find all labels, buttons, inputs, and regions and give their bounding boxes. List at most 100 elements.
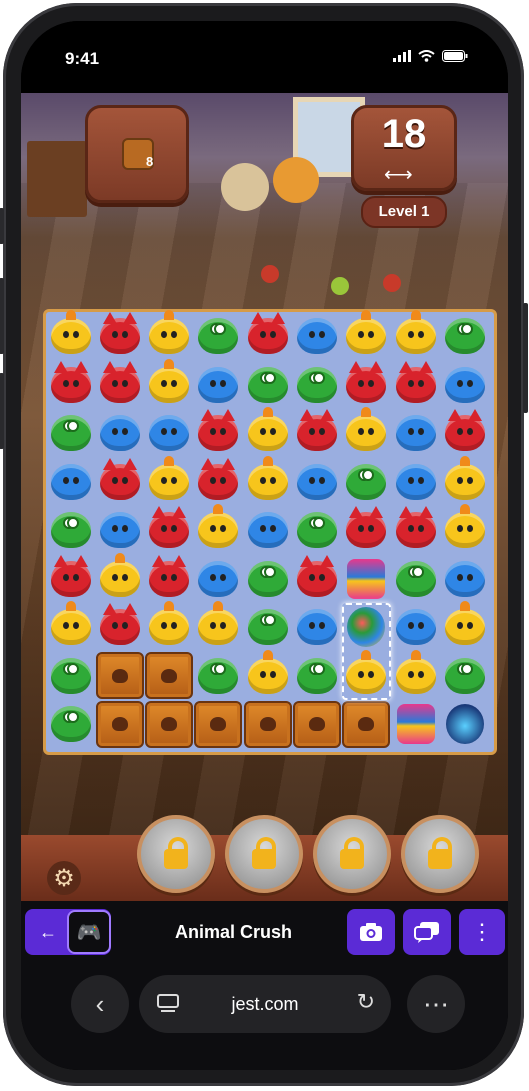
board-cell-yellow-chick[interactable] xyxy=(440,504,489,554)
board-cell-yellow-chick[interactable] xyxy=(391,310,440,360)
board-cell-blue-blob[interactable] xyxy=(194,361,243,409)
board-cell-green-frog[interactable] xyxy=(243,555,292,603)
eye xyxy=(456,622,463,629)
board-cell-yellow-chick[interactable] xyxy=(243,455,292,506)
board-cell-blue-blob[interactable] xyxy=(440,361,489,409)
eye xyxy=(269,670,276,678)
board-cell-paw-crate[interactable] xyxy=(243,700,292,748)
board-cell-green-frog[interactable] xyxy=(46,652,95,700)
board-cell-red-cat[interactable] xyxy=(293,409,342,457)
board-cell-green-frog[interactable] xyxy=(243,361,292,409)
blue-blob-icon xyxy=(99,512,140,548)
board-cell-lantern-booster[interactable] xyxy=(342,555,391,603)
board-cell-yellow-chick[interactable] xyxy=(440,601,489,651)
board-cell-red-cat[interactable] xyxy=(46,360,95,409)
board-cell-blue-blob[interactable] xyxy=(194,555,243,603)
board-cell-red-cat[interactable] xyxy=(95,603,144,651)
board-cell-blue-blob[interactable] xyxy=(293,458,342,506)
board-cell-blue-blob[interactable] xyxy=(293,312,342,360)
board-cell-red-cat[interactable] xyxy=(342,506,391,554)
reload-icon[interactable]: ↻ xyxy=(357,989,375,1015)
board-cell-yellow-chick[interactable] xyxy=(243,407,292,457)
back-button[interactable]: ← 🎮 xyxy=(25,909,111,955)
gear-icon[interactable]: ⚙ xyxy=(47,861,81,895)
board-cell-yellow-chick[interactable] xyxy=(391,649,440,700)
board-cell-green-frog[interactable] xyxy=(46,700,95,748)
chevron-left-icon[interactable]: ‹ xyxy=(71,975,129,1033)
board-cell-yellow-chick[interactable] xyxy=(145,601,194,651)
board-cell-blue-blob[interactable] xyxy=(391,409,440,457)
board-cell-paw-crate[interactable] xyxy=(293,700,342,748)
board-cell-yellow-chick[interactable] xyxy=(145,310,194,360)
board-cell-blue-blob[interactable] xyxy=(243,506,292,554)
board-cell-blue-blob[interactable] xyxy=(293,603,342,651)
board-cell-red-cat[interactable] xyxy=(391,360,440,409)
board-cell-green-frog[interactable] xyxy=(391,555,440,603)
board-cell-red-cat[interactable] xyxy=(391,506,440,554)
board-cell-red-cat[interactable] xyxy=(95,457,144,506)
eye xyxy=(161,622,168,629)
board-cell-yellow-chick[interactable] xyxy=(194,601,243,651)
board-cell-red-cat[interactable] xyxy=(194,457,243,506)
board-cell-red-cat[interactable] xyxy=(342,360,391,409)
board-cell-red-cat[interactable] xyxy=(243,312,292,360)
board-cell-yellow-chick[interactable] xyxy=(342,310,391,360)
chat-button[interactable] xyxy=(403,909,451,955)
board-cell-red-cat[interactable] xyxy=(46,554,95,603)
board-cell-red-cat[interactable] xyxy=(293,554,342,603)
board-cell-blue-blob[interactable] xyxy=(145,409,194,457)
board-cell-yellow-chick[interactable] xyxy=(46,310,95,360)
board-cell-green-frog[interactable] xyxy=(243,603,292,651)
game-board[interactable] xyxy=(43,309,497,755)
board-cell-green-frog[interactable] xyxy=(194,312,243,360)
board-cell-paw-crate[interactable] xyxy=(145,652,194,700)
board-cell-blue-blob[interactable] xyxy=(391,603,440,651)
booster-slot-locked[interactable] xyxy=(137,815,215,893)
board-cell-green-frog[interactable] xyxy=(440,652,489,700)
board-cell-yellow-chick[interactable] xyxy=(95,552,144,603)
board-cell-yellow-chick[interactable] xyxy=(440,455,489,506)
board-cell-red-cat[interactable] xyxy=(145,554,194,603)
more-vertical-icon[interactable]: ⋮ xyxy=(459,909,505,955)
blue-blob-icon xyxy=(50,463,91,500)
board-cell-paw-crate[interactable] xyxy=(95,700,144,748)
board-cell-yellow-chick[interactable] xyxy=(342,407,391,457)
board-cell-yellow-chick[interactable] xyxy=(145,358,194,409)
board-cell-paw-crate[interactable] xyxy=(194,700,243,748)
board-cell-yellow-chick[interactable] xyxy=(46,601,95,651)
board-cell-green-frog[interactable] xyxy=(293,506,342,554)
board-cell-green-frog[interactable] xyxy=(440,312,489,360)
booster-slot-locked[interactable] xyxy=(225,815,303,893)
screenshot-button[interactable] xyxy=(347,909,395,955)
board-cell-green-frog[interactable] xyxy=(46,409,95,457)
booster-slot-locked[interactable] xyxy=(313,815,391,893)
board-cell-green-frog[interactable] xyxy=(46,506,95,554)
board-cell-green-frog[interactable] xyxy=(342,458,391,506)
board-cell-paw-crate[interactable] xyxy=(145,700,194,748)
board-cell-green-frog[interactable] xyxy=(194,652,243,700)
board-cell-red-cat[interactable] xyxy=(95,360,144,409)
board-cell-yellow-chick[interactable] xyxy=(145,455,194,506)
board-cell-blue-blob[interactable] xyxy=(391,458,440,506)
more-horizontal-icon[interactable]: ⋯ xyxy=(407,975,465,1033)
board-cell-paw-crate[interactable] xyxy=(342,700,391,748)
board-cell-red-cat[interactable] xyxy=(95,312,144,360)
board-cell-yellow-chick[interactable] xyxy=(243,649,292,700)
board-cell-red-cat[interactable] xyxy=(194,409,243,457)
board-cell-blue-blob[interactable] xyxy=(95,506,144,554)
board-cell-paw-crate[interactable] xyxy=(95,652,144,700)
board-cell-red-cat[interactable] xyxy=(145,506,194,554)
booster-slot-locked[interactable] xyxy=(401,815,479,893)
board-cell-yellow-chick[interactable] xyxy=(194,504,243,554)
address-bar[interactable]: jest.com ↻ xyxy=(139,975,391,1033)
game-canvas[interactable]: 8 18 ⟷ Level 1 ⚙ xyxy=(21,93,508,901)
green-frog-icon xyxy=(247,560,288,597)
board-cell-green-frog[interactable] xyxy=(293,361,342,409)
board-cell-bomb-booster[interactable] xyxy=(440,700,489,748)
board-cell-lantern-booster[interactable] xyxy=(391,700,440,748)
board-cell-red-cat[interactable] xyxy=(440,409,489,457)
board-cell-blue-blob[interactable] xyxy=(95,409,144,457)
board-cell-green-frog[interactable] xyxy=(293,652,342,700)
board-cell-blue-blob[interactable] xyxy=(440,555,489,603)
board-cell-blue-blob[interactable] xyxy=(46,458,95,506)
